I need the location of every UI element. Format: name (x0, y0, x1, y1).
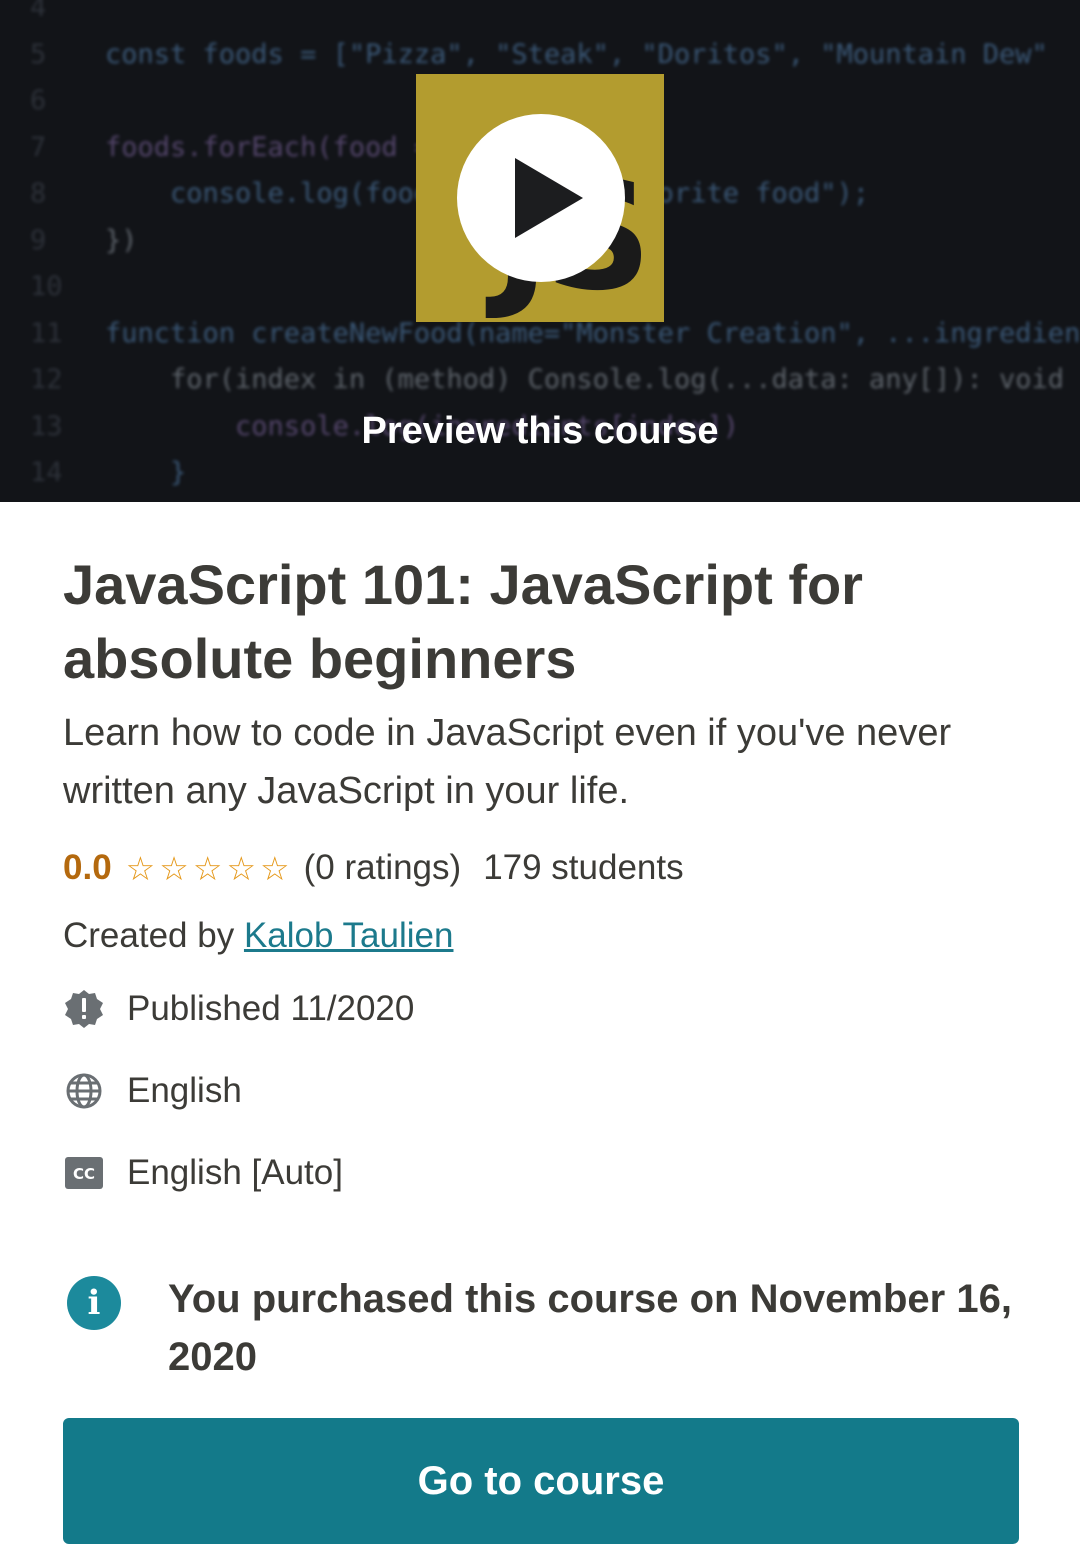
course-title: JavaScript 101: JavaScript for absolute … (63, 553, 863, 690)
play-icon (515, 158, 583, 238)
go-to-course-button[interactable]: Go to course (63, 1418, 1019, 1544)
language-row: English (63, 1070, 242, 1112)
author-link[interactable]: Kalob Taulien (244, 916, 454, 955)
captions-row: CC English [Auto] (63, 1152, 343, 1194)
created-by-label: Created by (63, 916, 235, 955)
ratings-count: (0 ratings) (303, 848, 462, 887)
svg-text:CC: CC (73, 1165, 95, 1183)
star-rating: ☆ ☆ ☆ ☆ ☆ (126, 852, 290, 885)
star-empty-icon: ☆ (125, 849, 156, 887)
closed-captions-icon: CC (63, 1152, 105, 1194)
globe-icon (63, 1070, 105, 1112)
created-by: Created by Kalob Taulien (63, 916, 453, 956)
new-badge-icon (63, 988, 105, 1030)
play-button[interactable] (457, 114, 625, 282)
course-language: English (127, 1071, 242, 1110)
published-row: Published 11/2020 (63, 988, 414, 1030)
purchase-notice: You purchased this course on November 16… (168, 1277, 1012, 1379)
info-icon: i (67, 1276, 121, 1330)
rating-row: 0.0 ☆ ☆ ☆ ☆ ☆ (0 ratings) 179 students (63, 844, 684, 892)
star-empty-icon: ☆ (192, 849, 223, 887)
star-empty-icon: ☆ (260, 849, 290, 887)
published-date: Published 11/2020 (127, 989, 415, 1028)
course-preview[interactable]: 4 5 const foods = ["Pizza", "Steak", "Dori… (0, 0, 1080, 502)
captions-language: English [Auto] (127, 1153, 343, 1192)
students-count: 179 students (483, 848, 684, 887)
preview-label: Preview this course (361, 410, 719, 452)
star-empty-icon: ☆ (226, 849, 257, 887)
course-subtitle: Learn how to code in JavaScript even if … (63, 712, 952, 812)
star-empty-icon: ☆ (159, 849, 189, 887)
rating-value: 0.0 (63, 848, 112, 887)
